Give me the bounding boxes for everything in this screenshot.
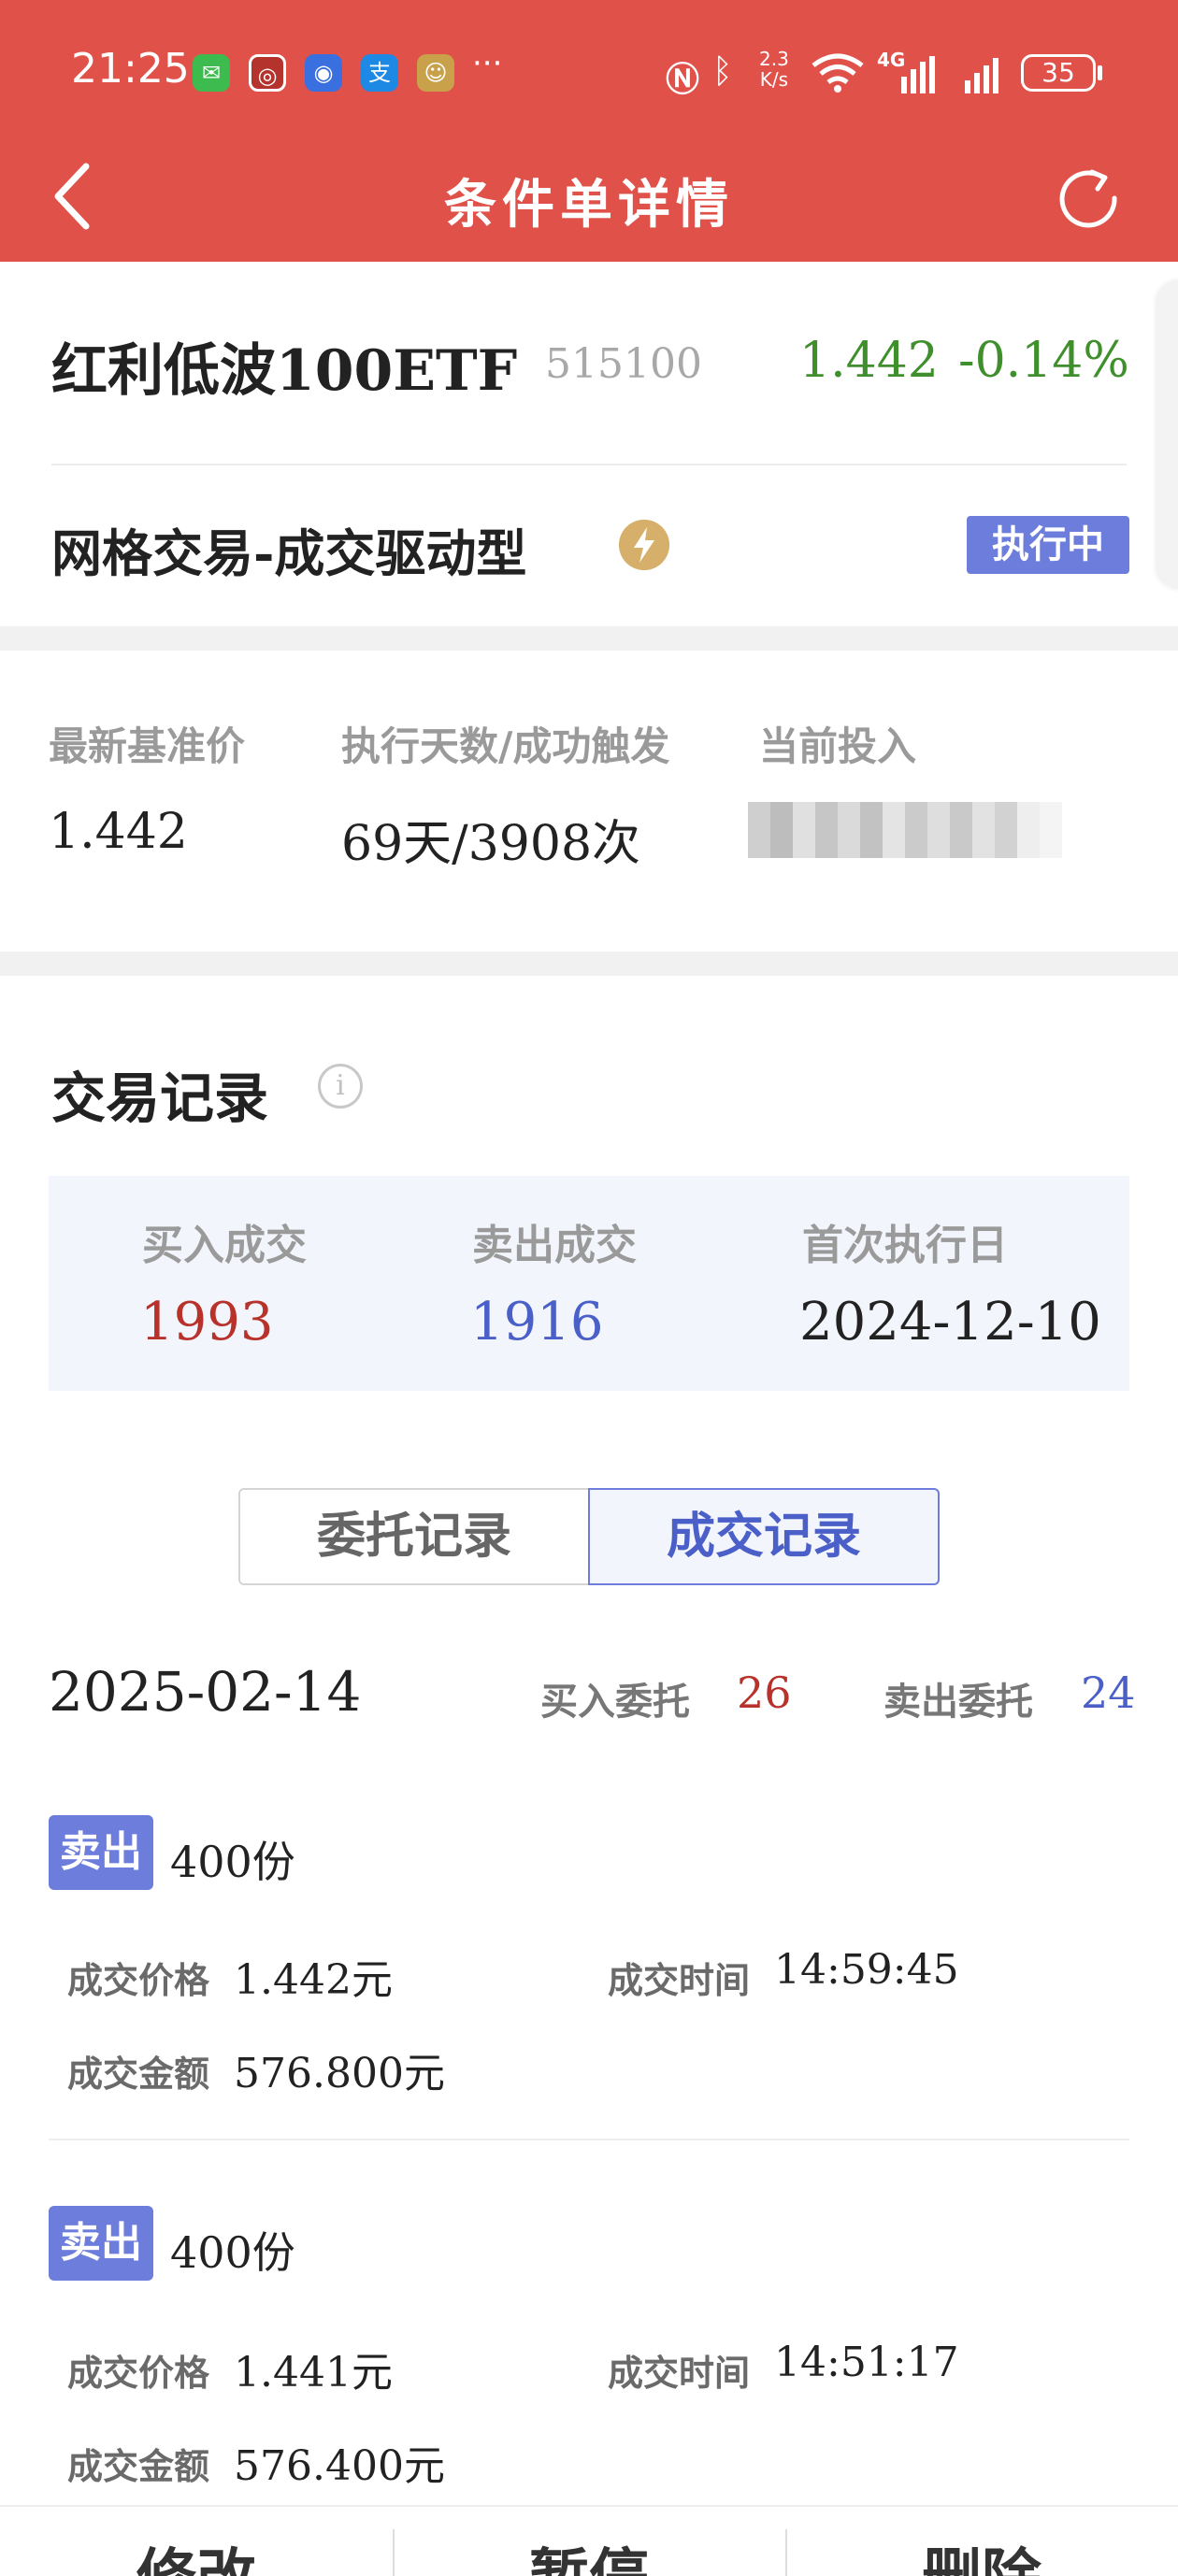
buy-orders-label: 买入委托 [540, 1680, 690, 1724]
pause-button[interactable]: 暂停 [393, 2529, 785, 2576]
side-drawer-handle[interactable] [1157, 280, 1178, 589]
amount-label: 成交金额 [67, 2445, 210, 2487]
app-header: 21:25 ✉ ◎ ◉ 支 ☺ ··· Ⓝ ᛒ 2.3 K/s 4G 35 条件… [0, 0, 1178, 262]
price-value: 1.442元 [234, 1956, 393, 2004]
divider [51, 464, 1127, 465]
strategy-name: 网格交易-成交驱动型 [51, 523, 527, 583]
status-time: 21:25 [71, 45, 190, 93]
price-label: 成交价格 [67, 1959, 210, 2001]
record-qty: 400份 [170, 2227, 295, 2278]
stock-price: 1.442 [799, 333, 939, 389]
side-tag: 卖出 [49, 1815, 153, 1890]
bank-icon: ◎ [249, 54, 286, 92]
battery-tip [1098, 65, 1102, 80]
tab-orders[interactable]: 委托记录 [238, 1488, 590, 1585]
sell-orders-count: 24 [1081, 1667, 1136, 1718]
amount-label: 成交金额 [67, 2053, 210, 2095]
record-date: 2025-02-14 [49, 1660, 362, 1724]
wechat-icon: ✉ [193, 54, 230, 92]
page-title: 条件单详情 [444, 174, 734, 236]
price-label: 成交价格 [67, 2352, 210, 2394]
exec-label: 执行天数/成功触发 [341, 723, 670, 769]
first-date-label: 首次执行日 [802, 1222, 1008, 1269]
signal-icon [901, 56, 935, 93]
lightning-icon [619, 520, 669, 570]
invest-label: 当前投入 [759, 723, 917, 769]
app-icon: ◉ [305, 54, 342, 92]
stock-change: -0.14% [958, 333, 1129, 389]
buy-orders-count: 26 [737, 1667, 792, 1718]
record-tabs: 委托记录 成交记录 [238, 1488, 940, 1585]
sell-orders-label: 卖出委托 [884, 1680, 1033, 1724]
nfc-icon: Ⓝ [666, 61, 700, 99]
game-icon: ☺ [417, 54, 454, 92]
bottom-action-bar: 修改 暂停 删除 [0, 2505, 1178, 2576]
stock-code: 515100 [545, 340, 702, 388]
side-tag: 卖出 [49, 2206, 153, 2281]
invest-value-blurred [748, 802, 1085, 858]
time-value: 14:51:17 [774, 2339, 959, 2386]
bluetooth-icon: ᛒ [712, 52, 733, 91]
amount-value: 576.400元 [234, 2442, 445, 2490]
base-price-value: 1.442 [49, 804, 188, 860]
time-label: 成交时间 [608, 2352, 751, 2394]
base-price-label: 最新基准价 [49, 723, 246, 769]
wifi-icon [812, 53, 864, 93]
stock-name: 红利低波100ETF [51, 338, 518, 404]
time-label: 成交时间 [608, 1959, 751, 2001]
info-icon[interactable]: i [318, 1064, 363, 1109]
record-divider [49, 2139, 1129, 2140]
sell-deals-count: 1916 [470, 1292, 604, 1352]
first-date-value: 2024-12-10 [799, 1292, 1101, 1352]
trade-records-title: 交易记录 [51, 1066, 269, 1130]
sell-deals-label: 卖出成交 [472, 1222, 637, 1269]
refresh-icon[interactable] [1055, 165, 1122, 232]
price-value: 1.441元 [234, 2349, 393, 2397]
more-icon: ··· [472, 45, 503, 82]
tab-deals[interactable]: 成交记录 [588, 1488, 940, 1585]
alipay-icon: 支 [361, 54, 398, 92]
battery-icon: 35 [1021, 54, 1096, 92]
status-badge: 执行中 [967, 516, 1129, 574]
time-value: 14:59:45 [774, 1946, 959, 1994]
status-bar: 21:25 ✉ ◎ ◉ 支 ☺ ··· Ⓝ ᛒ 2.3 K/s 4G 35 [0, 0, 1178, 145]
modify-button[interactable]: 修改 [0, 2529, 393, 2576]
amount-value: 576.800元 [234, 2050, 445, 2097]
trade-summary [49, 1176, 1129, 1391]
net-speed: 2.3 K/s [759, 48, 789, 91]
section-gap [0, 626, 1178, 651]
buy-deals-count: 1993 [140, 1292, 274, 1352]
buy-deals-label: 买入成交 [142, 1222, 307, 1269]
signal-icon-2 [965, 58, 998, 93]
section-gap [0, 952, 1178, 976]
exec-value: 69天/3908次 [341, 816, 641, 872]
record-qty: 400份 [170, 1837, 295, 1887]
delete-button[interactable]: 删除 [785, 2529, 1178, 2576]
